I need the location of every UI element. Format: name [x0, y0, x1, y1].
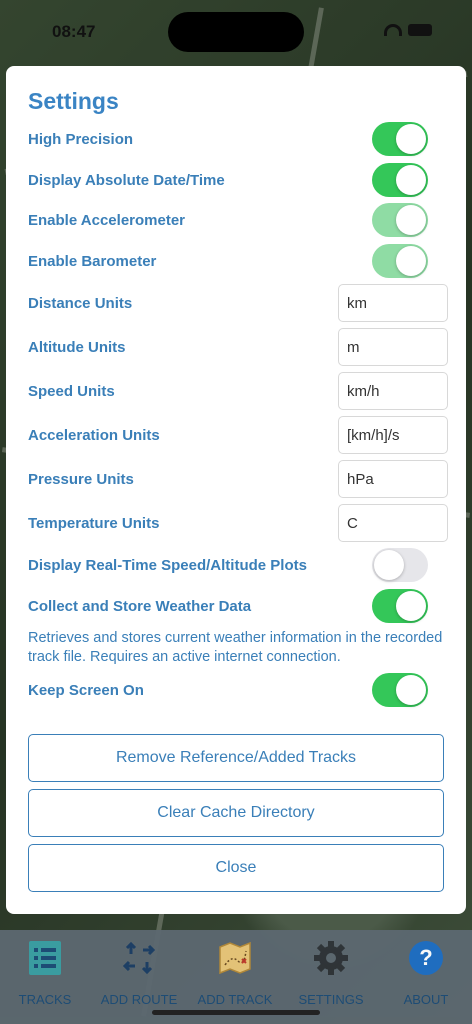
tab-label: ADD TRACK [197, 992, 273, 1007]
acceleration-units-field[interactable] [338, 416, 448, 454]
setting-weather-data: Collect and Store Weather Data [28, 588, 448, 624]
list-icon [25, 938, 65, 978]
status-icons [384, 24, 432, 36]
keep-screen-on-toggle[interactable] [372, 673, 428, 707]
pressure-units-field[interactable] [338, 460, 448, 498]
setting-label: Distance Units [28, 294, 133, 312]
tab-add-route[interactable]: ADD ROUTE [94, 938, 184, 1008]
status-time: 08:47 [52, 22, 96, 41]
temperature-units-field[interactable] [338, 504, 448, 542]
setting-label: Pressure Units [28, 470, 134, 488]
settings-sheet: Settings High Precision Display Absolute… [6, 66, 466, 914]
tab-label: SETTINGS [298, 992, 364, 1007]
toggle-knob [396, 165, 426, 195]
realtime-plots-toggle[interactable] [372, 548, 428, 582]
setting-high-precision: High Precision [28, 121, 448, 157]
toggle-knob [396, 591, 426, 621]
close-button[interactable]: Close [28, 844, 444, 892]
setting-keep-screen-on: Keep Screen On [28, 672, 448, 708]
distance-units-field[interactable] [338, 284, 448, 322]
remove-tracks-button[interactable]: Remove Reference/Added Tracks [28, 734, 444, 782]
altitude-units-field[interactable] [338, 328, 448, 366]
speed-units-field[interactable] [338, 372, 448, 410]
tab-about[interactable]: ? ABOUT [381, 938, 471, 1008]
setting-label: Collect and Store Weather Data [28, 597, 252, 615]
setting-label: Acceleration Units [28, 426, 160, 444]
treasure-map-icon [215, 938, 255, 978]
home-indicator [152, 1010, 320, 1015]
tab-settings[interactable]: SETTINGS [286, 938, 376, 1008]
setting-realtime-plots: Display Real-Time Speed/Altitude Plots [28, 547, 448, 583]
setting-label: Temperature Units [28, 514, 160, 532]
clear-cache-button[interactable]: Clear Cache Directory [28, 789, 444, 837]
setting-acceleration-units: Acceleration Units [28, 416, 448, 454]
setting-accelerometer: Enable Accelerometer [28, 202, 448, 238]
setting-label: Display Real-Time Speed/Altitude Plots [28, 556, 307, 574]
tab-tracks[interactable]: TRACKS [0, 938, 90, 1008]
accelerometer-toggle[interactable] [372, 203, 428, 237]
gear-icon [311, 938, 351, 978]
absolute-date-toggle[interactable] [372, 163, 428, 197]
setting-altitude-units: Altitude Units [28, 328, 448, 366]
setting-label: Enable Barometer [28, 252, 157, 270]
tab-label: ABOUT [403, 992, 449, 1007]
setting-absolute-date: Display Absolute Date/Time [28, 162, 448, 198]
toggle-knob [396, 675, 426, 705]
wifi-icon [384, 24, 402, 36]
toggle-knob [396, 246, 426, 276]
setting-pressure-units: Pressure Units [28, 460, 448, 498]
weather-note: Retrieves and stores current weather inf… [28, 630, 443, 665]
high-precision-toggle[interactable] [372, 122, 428, 156]
setting-temperature-units: Temperature Units [28, 504, 448, 542]
setting-distance-units: Distance Units [28, 284, 448, 322]
status-bar: 08:47 [0, 0, 472, 62]
tab-label: TRACKS [18, 992, 72, 1007]
toggle-knob [396, 205, 426, 235]
dynamic-island [168, 12, 304, 52]
setting-barometer: Enable Barometer [28, 243, 448, 279]
toggle-knob [374, 550, 404, 580]
page-title: Settings [28, 88, 119, 114]
setting-label: High Precision [28, 130, 134, 148]
setting-label: Enable Accelerometer [28, 211, 186, 229]
setting-label: Altitude Units [28, 338, 126, 356]
question-icon: ? [406, 938, 446, 978]
weather-data-toggle[interactable] [372, 589, 428, 623]
battery-icon [408, 24, 432, 36]
arrows-icon [119, 938, 159, 978]
barometer-toggle[interactable] [372, 244, 428, 278]
svg-text:?: ? [419, 945, 432, 970]
setting-speed-units: Speed Units [28, 372, 448, 410]
setting-label: Speed Units [28, 382, 115, 400]
tab-add-track[interactable]: ADD TRACK [190, 938, 280, 1008]
tab-label: ADD ROUTE [100, 992, 178, 1007]
setting-label: Keep Screen On [28, 681, 144, 699]
toggle-knob [396, 124, 426, 154]
setting-label: Display Absolute Date/Time [28, 171, 225, 189]
